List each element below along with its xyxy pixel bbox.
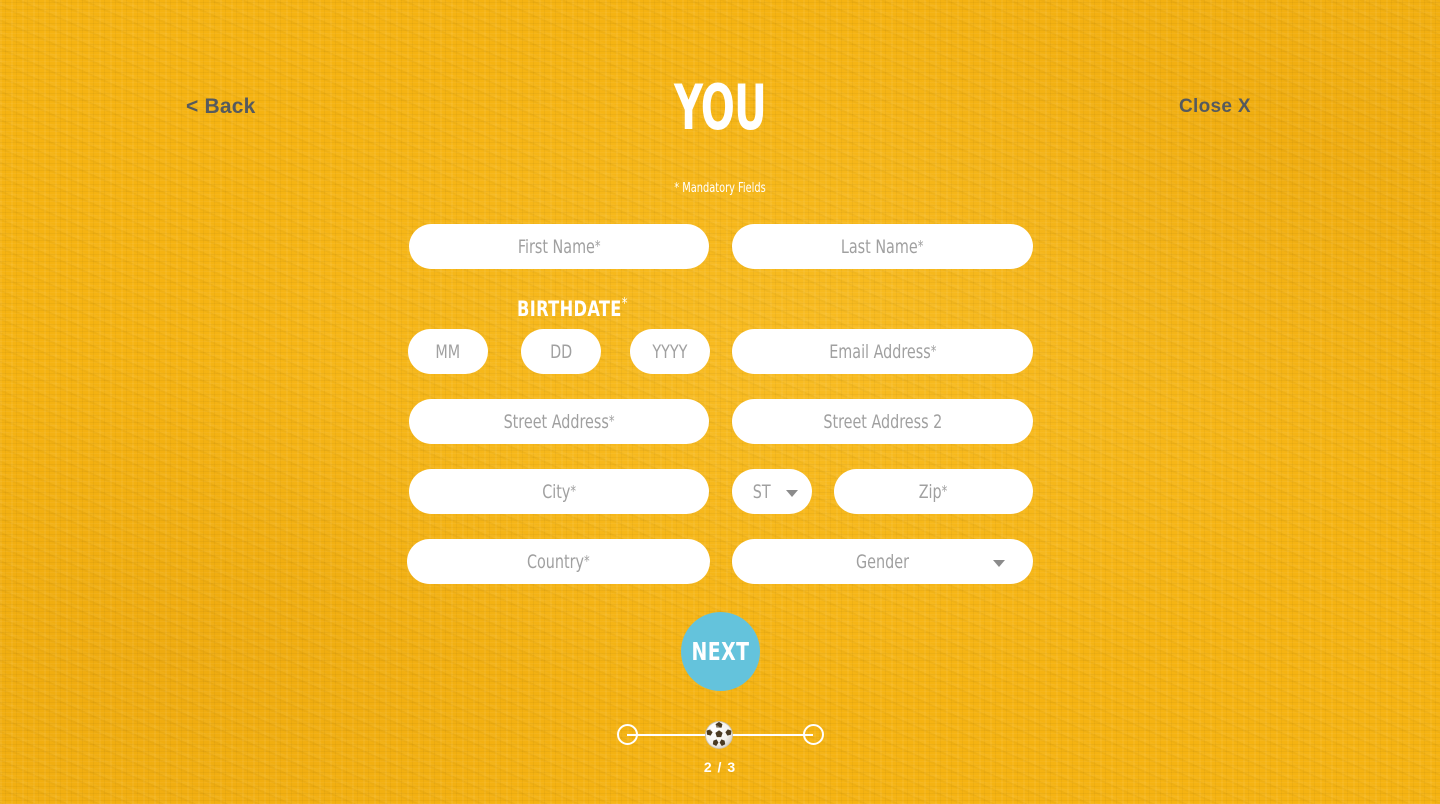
- zip-required-star: *: [942, 481, 948, 500]
- close-button[interactable]: Close X: [1179, 94, 1251, 120]
- birth-month-input[interactable]: MM: [408, 329, 488, 374]
- page-title: YOU: [673, 71, 767, 144]
- first-name-input[interactable]: First Name*: [409, 224, 709, 269]
- country-required-star: *: [584, 551, 590, 570]
- soccer-ball-svg: [705, 721, 733, 749]
- soccer-ball-icon[interactable]: [705, 721, 733, 749]
- first-name-required-star: *: [594, 236, 601, 255]
- street-address-input[interactable]: Street Address*: [409, 399, 709, 444]
- birthdate-label: BIRTHDATE*: [517, 291, 628, 321]
- birth-month-placeholder: MM: [435, 340, 461, 363]
- street-address-placeholder: Street Address: [503, 410, 609, 433]
- country-placeholder: Country: [527, 550, 585, 573]
- email-input[interactable]: Email Address*: [732, 329, 1033, 374]
- city-placeholder: City: [542, 480, 571, 503]
- last-name-placeholder: Last Name: [841, 235, 919, 258]
- zip-placeholder: Zip: [919, 480, 943, 503]
- birth-year-placeholder: YYYY: [652, 340, 688, 363]
- gender-selected-value: Gender: [856, 550, 909, 573]
- progress-counter: 2 / 3: [703, 759, 737, 775]
- street-address-2-placeholder: Street Address 2: [823, 410, 942, 433]
- email-placeholder: Email Address: [828, 340, 931, 363]
- next-button[interactable]: NEXT: [681, 612, 760, 691]
- mandatory-fields-note: * Mandatory Fields: [674, 181, 766, 196]
- birth-day-input[interactable]: DD: [521, 329, 601, 374]
- registration-form-page: < Back YOU Close X * Mandatory Fields Fi…: [0, 0, 1440, 804]
- gender-select[interactable]: Gender: [732, 539, 1033, 584]
- progress-step-1[interactable]: [617, 724, 638, 745]
- birth-day-placeholder: DD: [549, 340, 573, 363]
- progress-step-3[interactable]: [803, 724, 824, 745]
- last-name-input[interactable]: Last Name*: [732, 224, 1033, 269]
- birth-year-input[interactable]: YYYY: [630, 329, 710, 374]
- street-address-required-star: *: [608, 411, 615, 430]
- city-required-star: *: [570, 481, 576, 500]
- state-select[interactable]: ST: [732, 469, 812, 514]
- chevron-down-icon: [786, 490, 798, 497]
- city-input[interactable]: City*: [409, 469, 709, 514]
- zip-input[interactable]: Zip*: [834, 469, 1033, 514]
- birthdate-label-text: BIRTHDATE: [517, 297, 622, 321]
- last-name-required-star: *: [918, 236, 924, 255]
- email-required-star: *: [930, 341, 937, 360]
- chevron-down-icon: [993, 560, 1005, 567]
- country-input[interactable]: Country*: [407, 539, 710, 584]
- birthdate-required-star: *: [621, 294, 628, 312]
- street-address-2-input[interactable]: Street Address 2: [732, 399, 1033, 444]
- first-name-placeholder: First Name: [517, 235, 595, 258]
- next-button-label: NEXT: [691, 637, 750, 666]
- state-selected-value: ST: [752, 480, 771, 503]
